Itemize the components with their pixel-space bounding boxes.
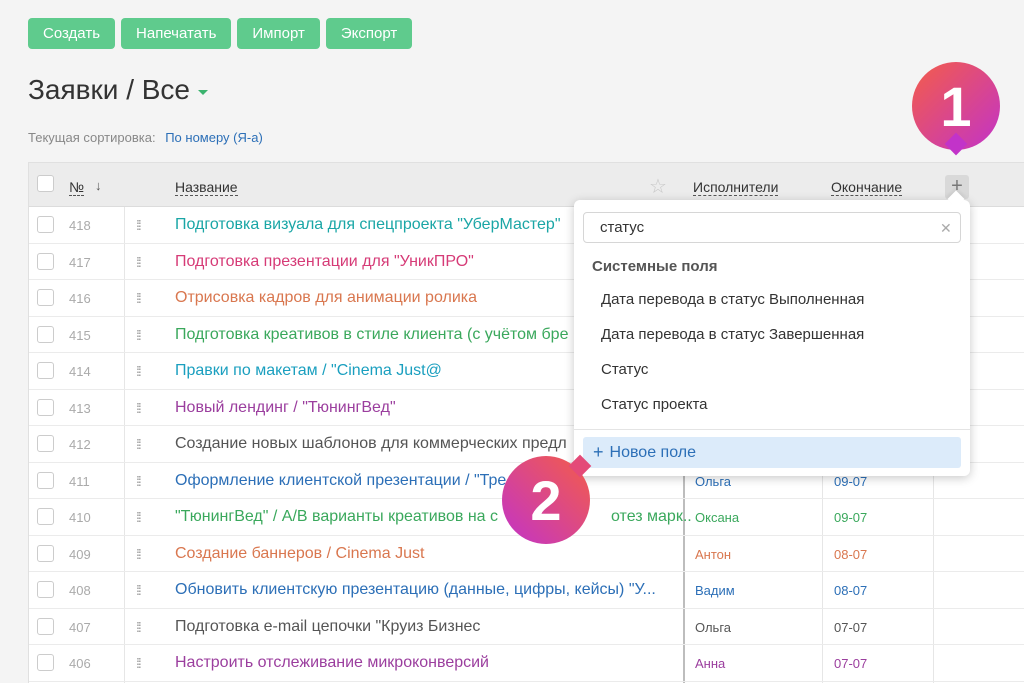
drag-handle-icon[interactable]: ⁞⁞ (136, 473, 142, 489)
current-sort: Текущая сортировка: По номеру (Я-а) (28, 130, 263, 145)
row-title-tail: отез марк... (611, 508, 691, 525)
row-title[interactable]: Обновить клиентскую презентацию (данные,… (175, 581, 675, 599)
column-end-header[interactable]: Окончание (831, 179, 903, 196)
row-checkbox[interactable] (37, 362, 54, 379)
row-title[interactable]: Настроить отслеживание микроконверсий (175, 654, 675, 672)
drag-handle-icon[interactable]: ⁞⁞ (136, 582, 142, 598)
drag-handle-icon[interactable]: ⁞⁞ (136, 655, 142, 671)
new-field-label: Новое поле (609, 443, 696, 461)
row-number: 418 (69, 218, 91, 233)
row-checkbox[interactable] (37, 581, 54, 598)
plus-icon: + (593, 442, 604, 462)
row-checkbox[interactable] (37, 544, 54, 562)
table-row[interactable]: 406 ⁞⁞ Настроить отслеживание микроконверс… (29, 645, 1024, 682)
row-number: 410 (69, 510, 91, 525)
field-option[interactable]: Статус (601, 361, 648, 378)
row-checkbox[interactable] (37, 325, 54, 343)
export-button[interactable]: Экспорт (325, 18, 413, 49)
print-button[interactable]: Напечатать (121, 18, 232, 49)
step-badge-1: 1 (912, 62, 1000, 156)
import-button[interactable]: Импорт (237, 18, 320, 49)
star-icon[interactable]: ☆ (649, 174, 667, 199)
row-number: 417 (69, 254, 91, 270)
column-assignees-header[interactable]: Исполнители (693, 179, 779, 196)
row-number: 407 (69, 619, 91, 635)
field-option[interactable]: Статус проекта (601, 396, 708, 413)
row-assignee[interactable]: Анна (695, 656, 725, 671)
row-number: 415 (69, 327, 91, 343)
column-number-header[interactable]: № (69, 179, 85, 196)
toolbar: Создать Напечатать Импорт Экспорт (28, 18, 413, 49)
row-checkbox[interactable] (37, 289, 54, 306)
divider (574, 429, 970, 430)
group-system-fields: Системные поля (592, 258, 718, 275)
row-end-date[interactable]: 07-07 (834, 620, 867, 635)
sort-label: Текущая сортировка: (28, 130, 156, 145)
field-search-input[interactable] (583, 212, 961, 243)
sort-link[interactable]: По номеру (Я-а) (165, 130, 263, 145)
row-number: 413 (69, 400, 91, 416)
row-title[interactable]: "ТюнингВед" / A/B варианты креативов на … (175, 508, 675, 526)
column-name-header[interactable]: Название (175, 179, 238, 196)
field-option[interactable]: Дата перевода в статус Выполненная (601, 291, 864, 308)
row-number: 412 (69, 437, 91, 452)
row-number: 416 (69, 291, 91, 306)
row-assignee[interactable]: Ольга (695, 620, 731, 635)
drag-handle-icon[interactable]: ⁞⁞ (136, 327, 142, 343)
table-row[interactable]: 407 ⁞⁞ Подготовка e-mail цепочки "Круиз Би… (29, 609, 1024, 645)
row-title[interactable]: Подготовка e-mail цепочки "Круиз Бизнес (175, 618, 675, 636)
add-field-popup: ✕ Системные поля Дата перевода в статус … (574, 200, 970, 476)
table-row[interactable]: 408 ⁞⁞ Обновить клиентскую презентацию (да… (29, 572, 1024, 609)
row-checkbox[interactable] (37, 216, 54, 233)
create-button[interactable]: Создать (28, 18, 116, 49)
drag-handle-icon[interactable]: ⁞⁞ (136, 509, 142, 525)
row-checkbox[interactable] (37, 471, 54, 489)
row-checkbox[interactable] (37, 654, 54, 671)
row-checkbox[interactable] (37, 508, 54, 525)
page-title-dropdown[interactable]: Заявки / Все (28, 74, 208, 106)
caret-down-icon[interactable] (198, 89, 208, 95)
drag-handle-icon[interactable]: ⁞⁞ (136, 619, 142, 635)
page-title: Заявки / Все (28, 74, 190, 105)
row-assignee[interactable]: Антон (695, 547, 731, 562)
new-field-button[interactable]: + Новое поле (583, 437, 961, 468)
sort-down-arrow-icon[interactable]: ↓ (95, 178, 102, 193)
row-checkbox[interactable] (37, 398, 54, 416)
row-number: 409 (69, 546, 91, 562)
row-assignee[interactable]: Вадим (695, 583, 735, 598)
step-number: 1 (940, 74, 972, 138)
row-number: 408 (69, 583, 91, 598)
drag-handle-icon[interactable]: ⁞⁞ (136, 290, 142, 306)
row-assignee[interactable]: Оксана (695, 510, 739, 525)
row-checkbox[interactable] (37, 252, 54, 270)
drag-handle-icon[interactable]: ⁞⁞ (136, 254, 142, 270)
drag-handle-icon[interactable]: ⁞⁞ (136, 363, 142, 379)
row-number: 411 (69, 473, 90, 489)
clear-search-icon[interactable]: ✕ (940, 220, 952, 237)
row-title[interactable]: Создание баннеров / Cinema Just (175, 545, 675, 563)
row-number: 414 (69, 364, 91, 379)
table-row[interactable]: 409 ⁞⁞ Создание баннеров / Cinema Just Анто… (29, 536, 1024, 572)
field-option[interactable]: Дата перевода в статус Завершенная (601, 326, 864, 343)
row-end-date[interactable]: 08-07 (834, 547, 867, 562)
row-checkbox[interactable] (37, 617, 54, 635)
select-all-checkbox[interactable] (37, 175, 54, 192)
drag-handle-icon[interactable]: ⁞⁞ (136, 217, 142, 233)
row-end-date[interactable]: 07-07 (834, 656, 867, 671)
row-end-date[interactable]: 09-07 (834, 510, 867, 525)
drag-handle-icon[interactable]: ⁞⁞ (136, 436, 142, 452)
row-checkbox[interactable] (37, 435, 54, 452)
drag-handle-icon[interactable]: ⁞⁞ (136, 400, 142, 416)
step-number: 2 (530, 468, 562, 532)
drag-handle-icon[interactable]: ⁞⁞ (136, 546, 142, 562)
step-badge-2: 2 (502, 454, 592, 544)
row-end-date[interactable]: 08-07 (834, 583, 867, 598)
row-number: 406 (69, 656, 91, 671)
